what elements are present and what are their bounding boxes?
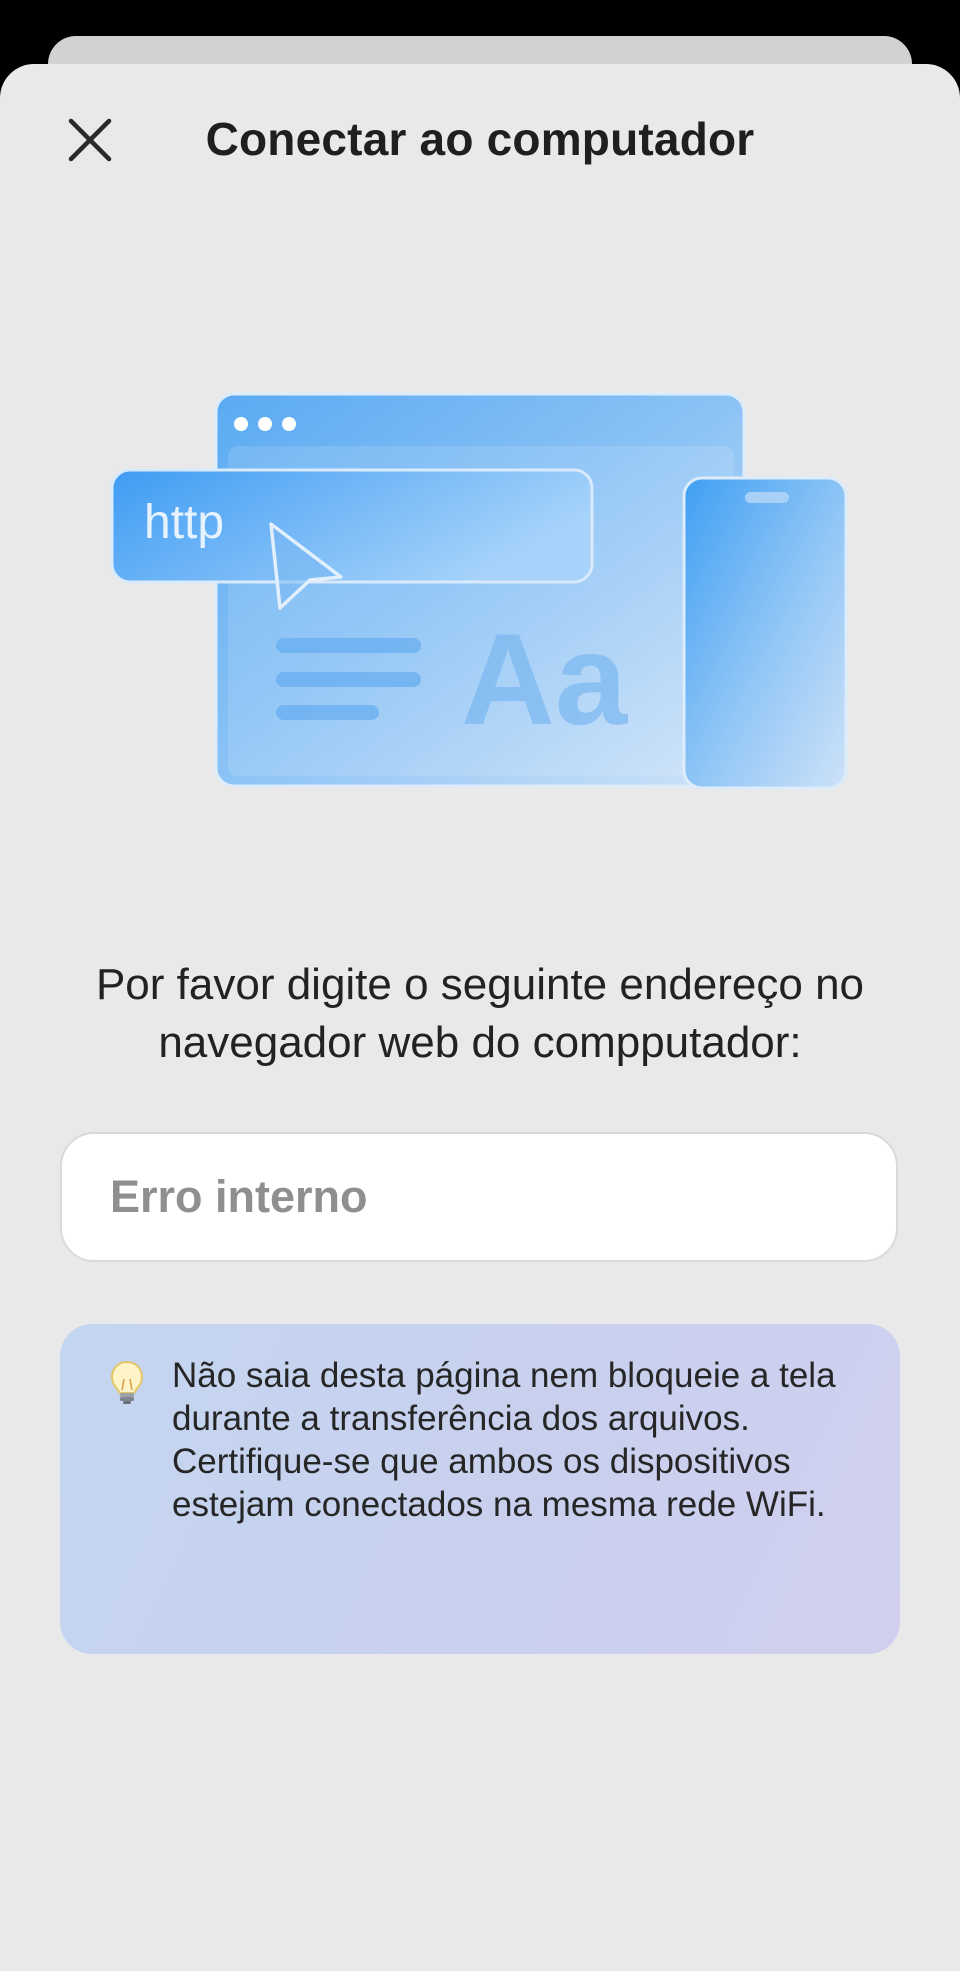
font-sample-text: Aa	[461, 606, 629, 752]
address-value: Erro interno	[110, 1171, 368, 1222]
address-field[interactable]: Erro interno	[60, 1132, 898, 1262]
page-title: Conectar ao computador	[205, 113, 755, 165]
tip-box: Não saia desta página nem bloqueie a tel…	[60, 1324, 900, 1654]
connection-illustration: Aa http	[100, 380, 860, 800]
instruction-text: Por favor digite o seguinte endereço no …	[95, 960, 865, 1067]
lightbulb-icon	[110, 1360, 144, 1406]
phone-graphic	[682, 476, 848, 790]
url-bar-text: http	[144, 496, 224, 549]
tip-text: Não saia desta página nem bloqueie a tel…	[172, 1356, 836, 1524]
